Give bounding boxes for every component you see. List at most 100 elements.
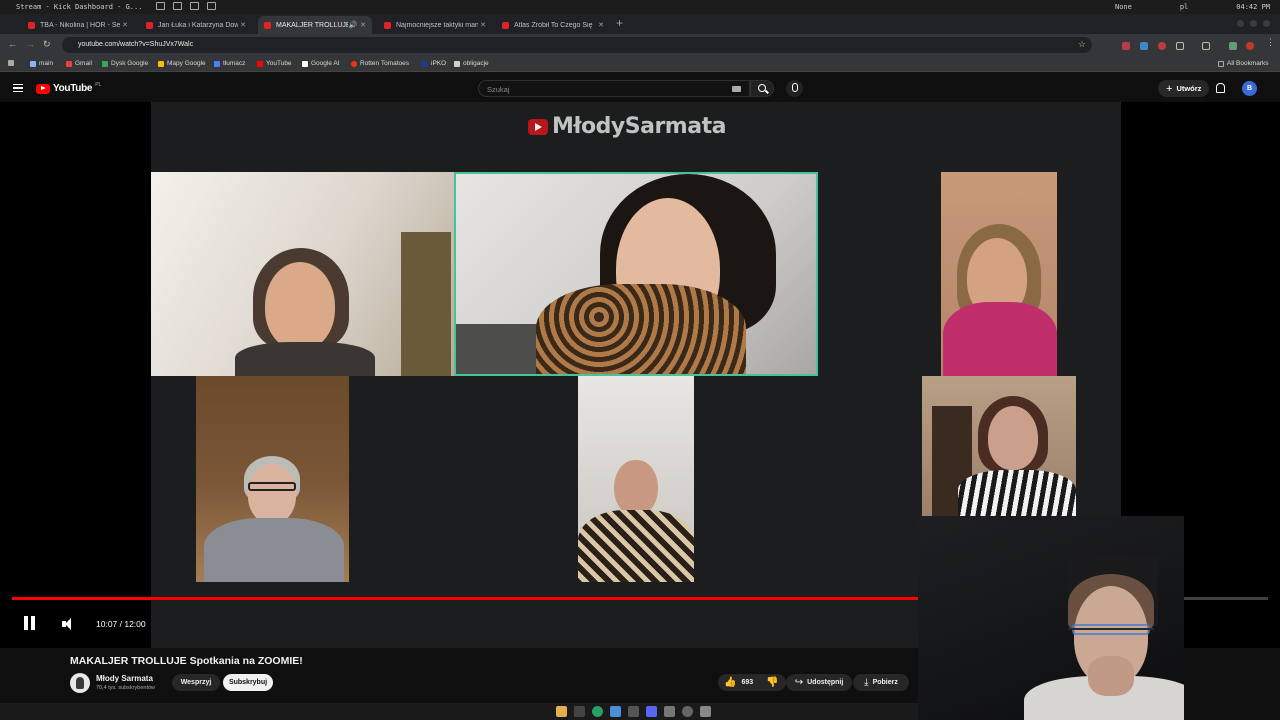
browser-icon[interactable] [610,706,621,717]
share-arrow-icon: ↪ [794,677,804,688]
keyboard-icon[interactable] [732,86,741,92]
profile-avatar[interactable] [1246,42,1254,50]
new-tab-button[interactable]: + [616,16,623,30]
channel-name[interactable]: Młody Sarmata [96,674,153,683]
youtube-logo[interactable]: YouTube PL [36,81,102,94]
bookmark-item[interactable]: Google AI [302,60,340,67]
screen-icon[interactable] [207,2,216,10]
os-status-none: None [1114,3,1132,11]
address-bar[interactable]: youtube.com/watch?v=ShuJVx7Walc ☆ [62,37,1092,53]
close-icon[interactable]: ✕ [478,21,488,29]
close-icon[interactable]: ✕ [596,21,606,29]
notifications-bell-icon[interactable] [1215,83,1225,93]
pause-icon[interactable] [24,616,36,630]
support-button[interactable]: Wesprzyj [172,674,220,691]
participant-video-tile [922,376,1076,518]
youtube-favicon-icon [264,21,271,29]
bookmark-item[interactable]: obligacje [454,60,489,67]
subscribe-button[interactable]: Subskrybuj [223,674,273,691]
minimize-button[interactable] [1237,20,1244,27]
spotify-icon[interactable] [592,706,603,717]
bookmark-item[interactable]: Mapy Google [158,60,206,67]
search-input[interactable]: Szukaj [478,80,750,97]
thumbs-up-icon[interactable]: 👍 [724,677,736,688]
browser-tab[interactable]: TBA - Nikolina | HÖR - Septe ✕ [22,16,134,34]
extension-icon[interactable] [1158,42,1166,50]
forward-icon[interactable]: → [26,39,35,49]
thumbs-down-icon[interactable]: 👎 [766,677,778,688]
browser-tab[interactable]: Najmocniejsze taktyki manip ✕ [378,16,492,34]
volume-icon[interactable] [62,618,78,630]
kebab-menu-icon[interactable]: ⋮ [1266,37,1275,48]
channel-watermark: MłodySarmata [528,114,726,139]
channel-avatar[interactable] [70,673,90,693]
bookmark-item[interactable]: YouTube [257,60,292,67]
os-taskbar [0,703,918,720]
apps-grid-icon[interactable] [8,60,14,66]
folder-icon [1218,60,1224,67]
youtube-favicon-icon [146,21,153,29]
voice-search-mic-icon[interactable] [786,80,803,97]
browser-tab[interactable]: Jan Łuka i Katarzyna Dowb ✕ [140,16,252,34]
bookmark-item[interactable]: Gmail [66,60,92,67]
youtube-icon [257,60,263,67]
youtube-play-icon [36,83,50,94]
youtube-header: YouTube PL Szukaj + Utwórz B [0,74,1280,102]
terminal-icon[interactable] [574,706,585,717]
tab-label: Jan Łuka i Katarzyna Dowb [158,21,238,29]
participant-video-tile-active-speaker [454,172,818,376]
address-url[interactable]: youtube.com/watch?v=ShuJVx7Walc [78,41,193,48]
reload-icon[interactable]: ↻ [43,39,51,50]
tab-label: MAKALJER TROLLUJE S [276,21,348,29]
bookmark-star-icon[interactable]: ☆ [1078,39,1086,50]
country-code: PL [95,81,102,88]
translate-icon [214,60,220,67]
google-ai-icon [302,60,308,67]
bookmark-item[interactable]: Rotten Tomatoes [351,60,409,67]
screen-icon[interactable] [173,2,182,10]
extension-icon[interactable] [1229,42,1237,50]
hamburger-menu-icon[interactable] [13,84,23,92]
browser-tab[interactable]: Atlas Zrobił To Czego Się ✕ [496,16,610,34]
obs-icon[interactable] [682,706,693,717]
files-icon[interactable] [556,706,567,717]
os-language[interactable]: pl [1180,3,1188,11]
puzzle-icon[interactable] [1176,42,1184,50]
maximize-button[interactable] [1250,20,1257,27]
screen-icon[interactable] [156,2,165,10]
all-bookmarks[interactable]: All Bookmarks [1218,60,1269,67]
tab-label: TBA - Nikolina | HÖR - Septe [40,21,120,29]
account-avatar[interactable]: B [1242,81,1257,96]
sidebar-icon[interactable] [1202,42,1210,50]
extension-icon[interactable] [1140,42,1148,50]
like-count: 693 [741,679,754,686]
like-dislike-group[interactable]: 👍 693 👎 [718,674,786,691]
bookmark-item[interactable]: iPKO [422,60,446,67]
create-button[interactable]: + Utwórz [1158,80,1210,97]
app-icon[interactable] [700,706,711,717]
discord-icon[interactable] [646,706,657,717]
close-icon[interactable]: ✕ [238,21,248,29]
extension-icon[interactable] [1122,42,1130,50]
app-icon[interactable] [628,706,639,717]
steam-icon[interactable] [664,706,675,717]
drive-icon [102,60,108,67]
search-button[interactable] [750,80,774,97]
browser-tab-active[interactable]: MAKALJER TROLLUJE S 🔊 ✕ [258,16,372,34]
close-icon[interactable]: ✕ [358,21,368,29]
back-icon[interactable]: ← [8,39,17,49]
tomato-icon [351,60,357,67]
download-button[interactable]: ⤓ Pobierz [853,674,909,691]
os-window-icons [156,2,216,10]
close-icon[interactable]: ✕ [120,21,130,29]
share-button[interactable]: ↪ Udostępnij [786,674,852,691]
close-window-button[interactable] [1263,20,1270,27]
tab-label: Atlas Zrobił To Czego Się [514,21,593,29]
bookmark-item[interactable]: main [30,60,53,67]
bookmark-item[interactable]: tłumacz [214,60,245,67]
time-display: 10:07 / 12:00 [96,619,146,629]
bookmark-item[interactable]: Dysk Google [102,60,148,67]
screen-icon[interactable] [190,2,199,10]
progress-fill [12,597,1066,600]
speaker-icon[interactable]: 🔊 [348,21,358,29]
